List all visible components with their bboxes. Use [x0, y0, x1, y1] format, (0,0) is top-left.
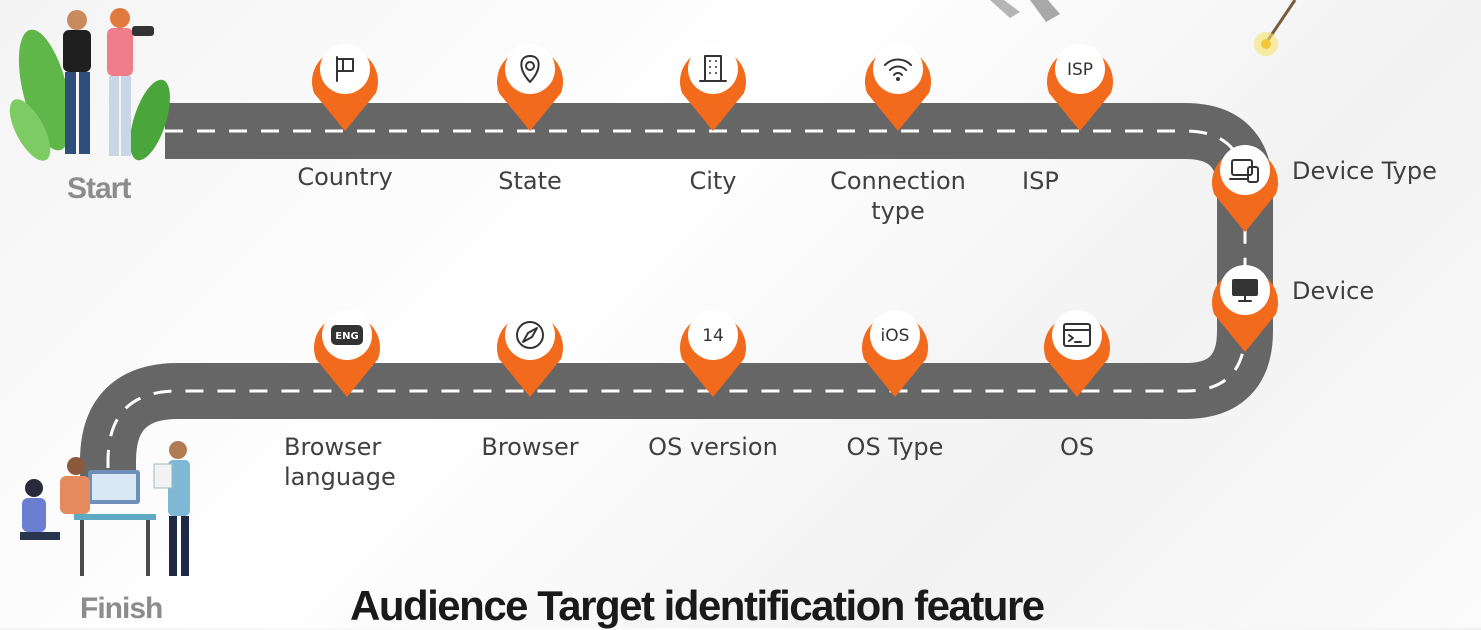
decorative-confetti-tubes [990, 0, 1060, 22]
pin-icon-circle [688, 44, 738, 94]
language-icon-text: ENG [335, 331, 358, 342]
stop-label: Connection type [830, 167, 966, 225]
pin-icon-circle [1052, 310, 1102, 360]
stop-label: Browser language [284, 433, 396, 491]
start-label: Start [67, 172, 131, 205]
stop-label: OS version [648, 433, 778, 461]
stop-label: ISP [1022, 167, 1059, 195]
decorative-sparkler [1254, 0, 1297, 56]
start-explorers-illustration [9, 8, 171, 161]
isp-icon: ISP [1067, 60, 1093, 80]
stop-label: State [498, 167, 562, 195]
diagram-title: Audience Target identification feature [350, 582, 1045, 629]
stop-label: Browser [481, 433, 579, 461]
stop-label: City [689, 167, 737, 195]
finish-label: Finish [80, 592, 163, 625]
pin-icon-circle [1220, 145, 1270, 195]
stop-label: OS [1059, 433, 1095, 461]
pin-icon-circle [873, 44, 923, 94]
stop-label: Device [1292, 277, 1375, 305]
ios-icon: iOS [881, 326, 910, 346]
stop-label: Device Type [1292, 157, 1437, 185]
stop-label: Country [297, 163, 393, 191]
pin-icon-circle [505, 310, 555, 360]
pin-icon-circle [320, 44, 370, 94]
stop-label: OS Type [846, 433, 944, 461]
roadmap-diagram: ISP iOS 14 ENG [9, 0, 1297, 576]
version-icon: 14 [702, 326, 724, 346]
